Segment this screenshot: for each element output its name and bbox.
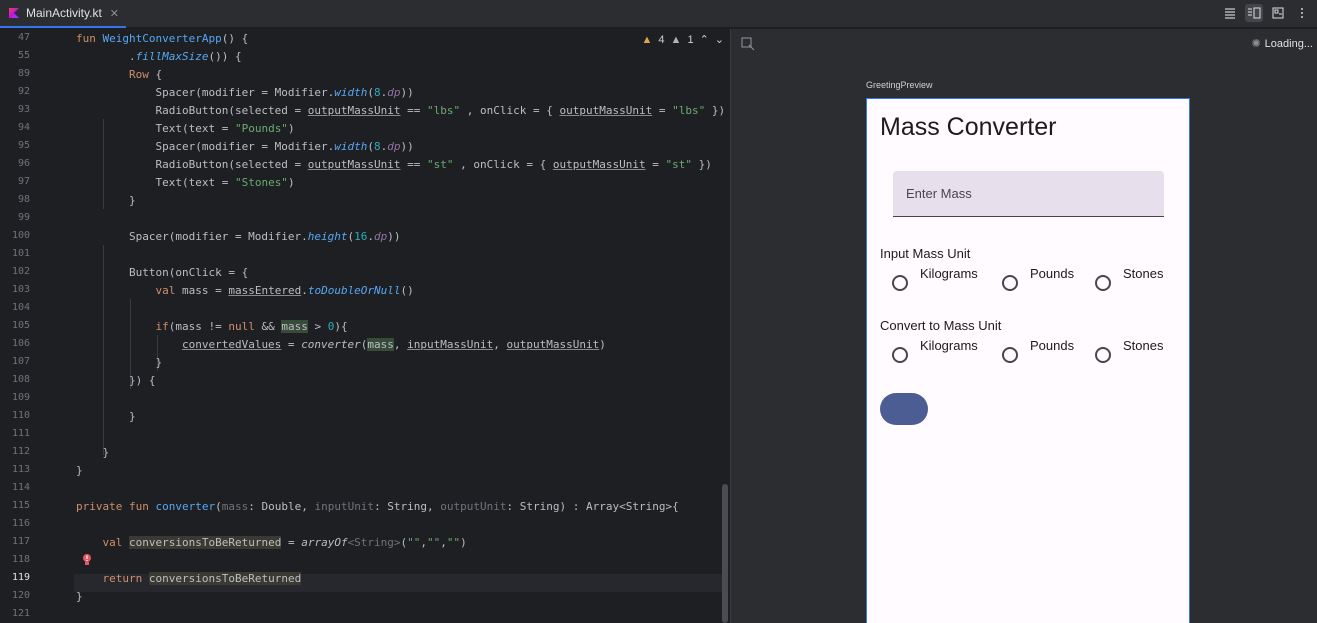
warning-count: 4 (658, 33, 665, 46)
mass-input-placeholder: Enter Mass (906, 186, 972, 201)
output-stones-label: Stones (1123, 338, 1164, 353)
preview-select-icon[interactable] (741, 37, 755, 51)
line-number-gutter: 47 55 89 92 93 94 95 96 97 98 99 100 101 102 103 104 105… (0, 29, 74, 623)
input-stones-radio[interactable] (1095, 275, 1111, 291)
loading-indicator: ✺ Loading... (1251, 37, 1313, 51)
close-icon[interactable]: ✕ (110, 7, 119, 20)
design-view-icon[interactable] (1269, 4, 1287, 22)
input-kilograms-radio[interactable] (892, 275, 908, 291)
line-number: 115 (11, 500, 30, 511)
line-number: 114 (11, 482, 30, 493)
line-number: 100 (11, 230, 30, 241)
line-number: 108 (11, 374, 30, 385)
input-stones-label: Stones (1123, 266, 1164, 281)
code-area[interactable]: fun WeightConverterApp() { .fillMaxSize(… (76, 29, 730, 623)
line-number: 55 (17, 50, 30, 61)
code-editor[interactable]: 47 55 89 92 93 94 95 96 97 98 99 100 101 102 103 104 105… (0, 29, 730, 623)
line-number: 98 (17, 194, 30, 205)
line-number: 112 (11, 446, 30, 457)
output-unit-label: Convert to Mass Unit (880, 318, 1002, 333)
line-number: 89 (17, 68, 30, 79)
line-number: 118 (11, 554, 30, 565)
tab-label: MainActivity.kt (26, 6, 102, 20)
inspection-widget[interactable]: ▲ 4 ▲ 1 ⌃ ⌄ (641, 33, 724, 47)
preview-label[interactable]: GreetingPreview (866, 80, 933, 90)
line-number: 99 (17, 212, 30, 223)
line-number: 104 (11, 302, 30, 313)
output-pounds-label: Pounds (1030, 338, 1075, 353)
chevron-up-icon[interactable]: ⌃ (700, 33, 709, 46)
warning-icon: ▲ (641, 33, 653, 46)
input-pounds-radio[interactable] (1002, 275, 1018, 291)
line-number: 106 (11, 338, 30, 349)
output-kilograms-radio[interactable] (892, 347, 908, 363)
output-stones-radio[interactable] (1095, 347, 1111, 363)
line-number: 110 (11, 410, 30, 421)
line-number: 94 (17, 122, 30, 133)
loading-label: Loading... (1264, 37, 1313, 50)
line-number: 101 (11, 248, 30, 259)
app-title: Mass Converter (880, 113, 1057, 141)
spinner-icon: ✺ (1251, 38, 1261, 50)
view-mode-toolbar (1221, 4, 1311, 22)
line-number: 96 (17, 158, 30, 169)
line-number: 109 (11, 392, 30, 403)
chevron-down-icon[interactable]: ⌄ (715, 33, 724, 46)
line-number: 113 (11, 464, 30, 475)
input-unit-label: Input Mass Unit (880, 246, 971, 261)
line-number: 103 (11, 284, 30, 295)
kotlin-file-icon (9, 8, 19, 18)
line-number: 116 (11, 518, 30, 529)
input-pounds-label: Pounds (1030, 266, 1075, 281)
line-number: 97 (17, 176, 30, 187)
line-number: 93 (17, 104, 30, 115)
output-pounds-radio[interactable] (1002, 347, 1018, 363)
line-number: 105 (11, 320, 30, 331)
error-bulb-icon[interactable] (82, 553, 92, 567)
more-options-icon[interactable] (1293, 4, 1311, 22)
line-number: 95 (17, 140, 30, 151)
editor-scrollbar[interactable] (722, 484, 728, 623)
editor-tab-bar: MainActivity.kt ✕ (0, 0, 1317, 28)
preview-device-frame[interactable]: Mass Converter Enter Mass Input Mass Uni… (866, 98, 1190, 623)
split-view-icon[interactable] (1245, 4, 1263, 22)
convert-button[interactable] (880, 393, 928, 425)
line-number: 117 (11, 536, 30, 547)
line-number: 47 (17, 32, 30, 43)
line-number: 119 (11, 572, 30, 583)
compose-preview-panel: ✺ Loading... GreetingPreview Mass Conver… (731, 29, 1317, 623)
tab-mainactivity[interactable]: MainActivity.kt ✕ (0, 0, 126, 28)
line-number: 111 (11, 428, 30, 439)
mass-input-field[interactable]: Enter Mass (893, 171, 1164, 217)
weak-warning-icon: ▲ (670, 33, 682, 46)
input-kilograms-label: Kilograms (920, 266, 978, 281)
line-number: 121 (11, 608, 30, 619)
weak-warning-count: 1 (687, 33, 694, 46)
line-number: 107 (11, 356, 30, 367)
line-number: 120 (11, 590, 30, 601)
line-number: 92 (17, 86, 30, 97)
line-number: 102 (11, 266, 30, 277)
code-view-icon[interactable] (1221, 4, 1239, 22)
output-kilograms-label: Kilograms (920, 338, 978, 353)
